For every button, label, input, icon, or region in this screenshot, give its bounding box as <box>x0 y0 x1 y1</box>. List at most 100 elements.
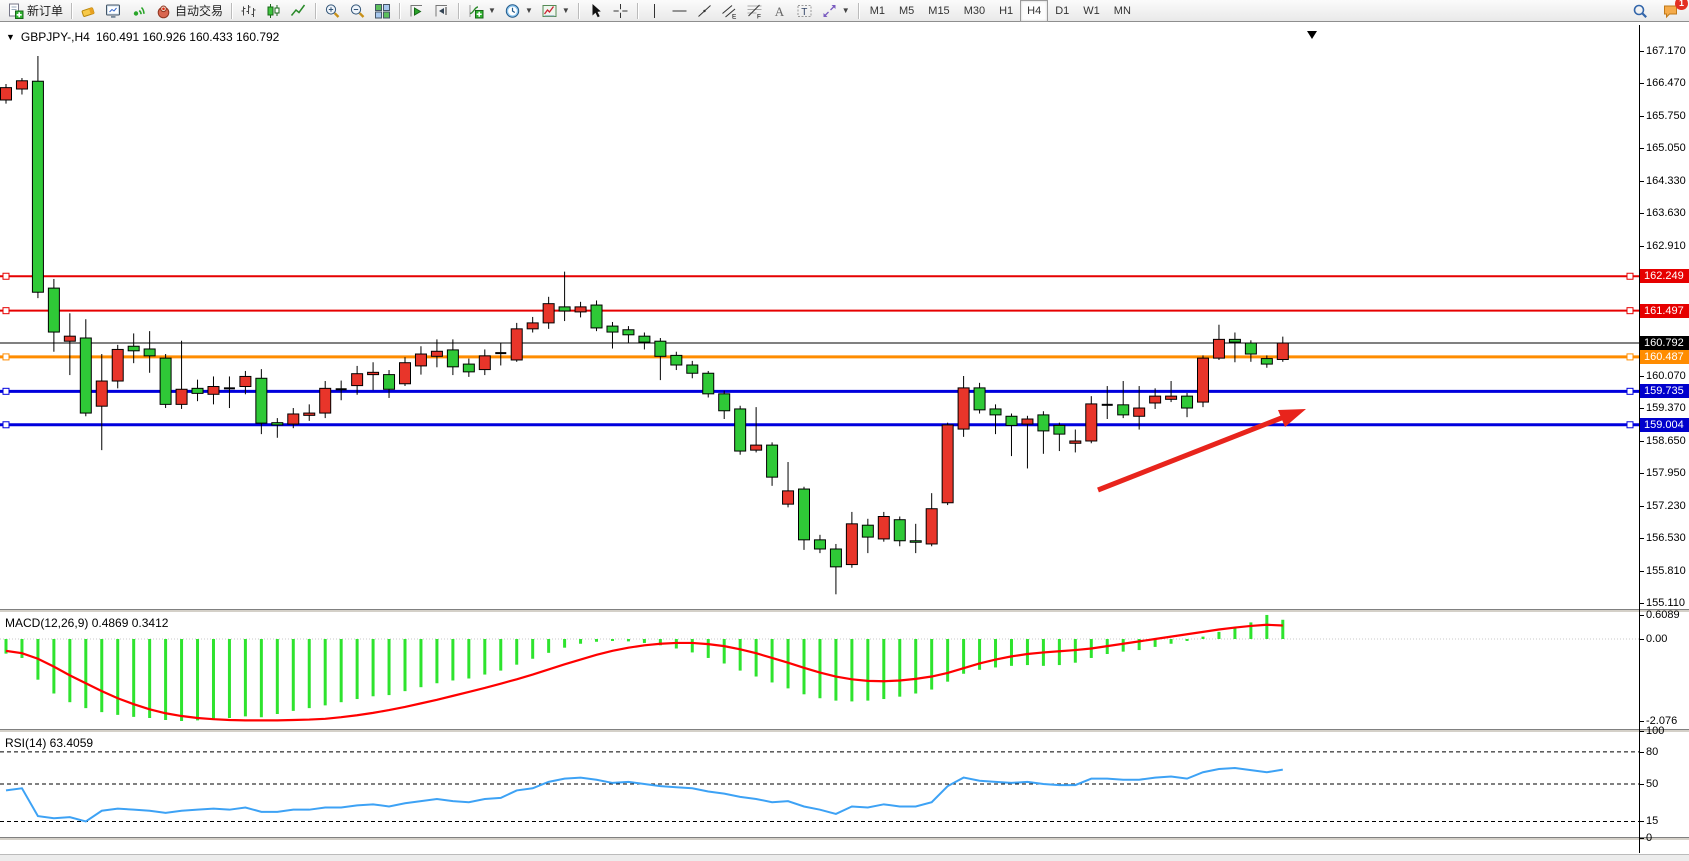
new-order-button[interactable]: 新订单 <box>3 0 67 22</box>
bear-candle[interactable] <box>48 288 59 332</box>
bear-candle[interactable] <box>1261 359 1272 364</box>
bull-candle[interactable] <box>240 376 251 386</box>
bull-candle[interactable] <box>511 329 522 360</box>
trendline-icon[interactable] <box>692 0 717 22</box>
bear-candle[interactable] <box>862 525 873 537</box>
bull-candle[interactable] <box>527 323 538 329</box>
chevron-down-icon[interactable]: ▼ <box>562 6 570 15</box>
hline-icon[interactable] <box>667 0 692 22</box>
timeframe-M5[interactable]: M5 <box>892 0 921 22</box>
bull-candle[interactable] <box>208 387 219 395</box>
bull-candle[interactable] <box>1213 339 1224 358</box>
bull-candle[interactable] <box>400 363 411 384</box>
candlestick-icon[interactable] <box>261 0 286 22</box>
bar-chart-icon[interactable] <box>236 0 261 22</box>
timeframe-H4[interactable]: H4 <box>1020 0 1048 22</box>
bear-candle[interactable] <box>559 307 570 311</box>
bear-candle[interactable] <box>671 355 682 365</box>
bear-candle[interactable] <box>814 540 825 549</box>
tile-windows-icon[interactable] <box>370 0 395 22</box>
periods-icon[interactable]: ▼ <box>500 0 537 22</box>
bull-candle[interactable] <box>352 374 363 386</box>
bull-candle[interactable] <box>1086 404 1097 441</box>
bear-candle[interactable] <box>607 326 618 332</box>
bear-candle[interactable] <box>894 520 905 541</box>
bull-candle[interactable] <box>112 349 123 381</box>
arrows-icon[interactable]: ▼ <box>817 0 854 22</box>
bull-candle[interactable] <box>1150 396 1161 403</box>
timeframe-M15[interactable]: M15 <box>921 0 956 22</box>
bear-candle[interactable] <box>1118 405 1129 415</box>
bull-candle[interactable] <box>783 491 794 504</box>
bull-candle[interactable] <box>846 524 857 565</box>
rsi-pane[interactable] <box>0 733 1639 837</box>
bull-candle[interactable] <box>878 517 889 539</box>
bull-candle[interactable] <box>1166 396 1177 399</box>
bear-candle[interactable] <box>160 358 171 404</box>
bear-candle[interactable] <box>80 338 91 413</box>
autotrade-button[interactable]: 自动交易 <box>151 0 227 22</box>
bear-candle[interactable] <box>144 349 155 356</box>
pane-separator[interactable] <box>0 837 1689 841</box>
chart-shift-icon[interactable] <box>429 0 454 22</box>
bull-candle[interactable] <box>1070 441 1081 443</box>
bear-candle[interactable] <box>703 373 714 394</box>
bear-candle[interactable] <box>1038 415 1049 431</box>
chevron-down-icon[interactable]: ▼ <box>525 6 533 15</box>
bull-candle[interactable] <box>64 336 75 341</box>
bear-candle[interactable] <box>1182 396 1193 408</box>
bull-candle[interactable] <box>958 388 969 429</box>
bear-candle[interactable] <box>655 341 666 356</box>
bull-candle[interactable] <box>543 304 554 323</box>
bear-candle[interactable] <box>910 541 921 543</box>
bull-candle[interactable] <box>304 413 315 415</box>
bear-candle[interactable] <box>735 409 746 451</box>
bull-candle[interactable] <box>288 414 299 424</box>
zoom-in-icon[interactable] <box>320 0 345 22</box>
zoom-out-icon[interactable] <box>345 0 370 22</box>
bear-candle[interactable] <box>687 365 698 373</box>
bull-candle[interactable] <box>1 88 12 100</box>
bear-candle[interactable] <box>384 375 395 390</box>
timeframe-D1[interactable]: D1 <box>1048 0 1076 22</box>
timeframe-M1[interactable]: M1 <box>863 0 892 22</box>
vline-icon[interactable] <box>642 0 667 22</box>
timeframe-W1[interactable]: W1 <box>1076 0 1107 22</box>
notifications-icon[interactable]: 1 <box>1658 0 1683 22</box>
signal-icon[interactable] <box>126 0 151 22</box>
eraser-icon[interactable] <box>76 0 101 22</box>
crosshair-icon[interactable] <box>608 0 633 22</box>
bear-candle[interactable] <box>32 81 43 292</box>
bear-candle[interactable] <box>799 489 810 540</box>
bear-candle[interactable] <box>830 549 841 567</box>
bear-candle[interactable] <box>591 305 602 328</box>
macd-pane[interactable] <box>0 613 1639 729</box>
bull-candle[interactable] <box>320 388 331 413</box>
bear-candle[interactable] <box>463 364 474 372</box>
timeframe-M30[interactable]: M30 <box>957 0 992 22</box>
timeframe-H1[interactable]: H1 <box>992 0 1020 22</box>
bull-candle[interactable] <box>1134 408 1145 416</box>
bull-candle[interactable] <box>942 425 953 503</box>
bear-candle[interactable] <box>623 330 634 335</box>
bull-candle[interactable] <box>479 356 490 370</box>
bear-candle[interactable] <box>272 423 283 425</box>
bull-candle[interactable] <box>1198 358 1209 402</box>
bull-candle[interactable] <box>415 354 426 366</box>
search-icon[interactable] <box>1628 0 1652 22</box>
bear-candle[interactable] <box>1245 343 1256 354</box>
indicators-icon[interactable]: ▼ <box>463 0 500 22</box>
bear-candle[interactable] <box>192 388 203 393</box>
bear-candle[interactable] <box>1229 339 1240 342</box>
bull-candle[interactable] <box>1022 419 1033 424</box>
bull-candle[interactable] <box>751 445 762 450</box>
chevron-down-icon[interactable]: ▼ <box>488 6 496 15</box>
bear-candle[interactable] <box>256 378 267 423</box>
cursor-icon[interactable] <box>583 0 608 22</box>
auto-scroll-icon[interactable] <box>404 0 429 22</box>
bear-candle[interactable] <box>128 346 139 351</box>
channel-icon[interactable]: E <box>717 0 742 22</box>
bull-candle[interactable] <box>431 351 442 356</box>
text-label-icon[interactable]: T <box>792 0 817 22</box>
terminal-icon[interactable] <box>101 0 126 22</box>
